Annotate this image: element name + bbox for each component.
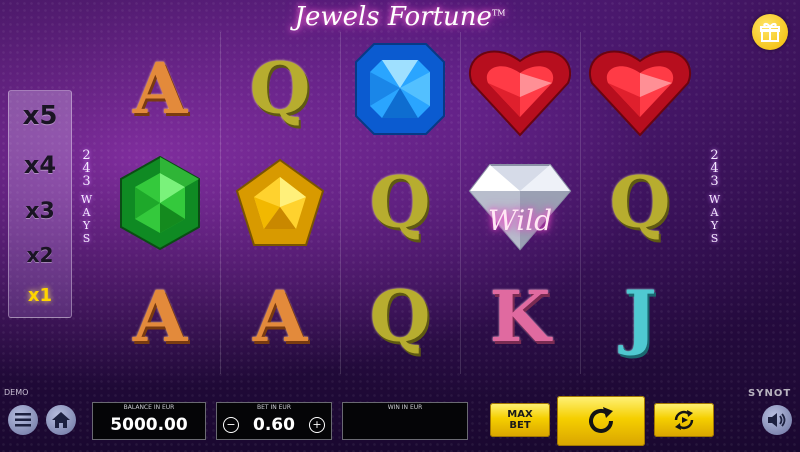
gift-button[interactable] [752, 14, 788, 50]
sound-button[interactable] [762, 405, 792, 435]
game-stage: Jewels FortuneTM x5 x4 x3 x2 x1 243 WAYS… [0, 0, 800, 452]
trademark: TM [491, 8, 506, 18]
max-bet-line2: BET [509, 420, 531, 431]
autoplay-button[interactable] [654, 403, 714, 437]
ways-text: WAYS [708, 193, 721, 245]
symbol-a-letter: A [132, 47, 188, 130]
bet-increase-button[interactable]: + [309, 417, 325, 433]
max-bet-button[interactable]: MAX BET [490, 403, 550, 437]
wild-label: Wild [487, 204, 553, 237]
symbol-ruby-heart [460, 32, 580, 146]
ruby-heart-gem-icon [469, 50, 571, 137]
home-button[interactable] [46, 405, 76, 435]
symbol-j: J [580, 260, 700, 374]
emerald-gem-icon [120, 155, 200, 251]
symbol-a-letter: A [132, 275, 188, 358]
balance-value: 5000.00 [110, 415, 188, 435]
symbol-q-letter: Q [609, 161, 671, 244]
menu-button[interactable] [8, 405, 38, 435]
multiplier-x3: x3 [25, 199, 55, 224]
symbol-q: Q [220, 32, 340, 146]
spin-icon [589, 407, 613, 433]
spin-button[interactable] [557, 396, 645, 446]
symbol-q: Q [340, 146, 460, 260]
win-display: WIN IN EUR [342, 402, 468, 440]
ways-number: 243 [707, 148, 722, 187]
balance-display: BALANCE IN EUR 5000.00 [92, 402, 206, 440]
multiplier-x5: x5 [22, 101, 58, 131]
diamond-wild-icon [468, 164, 572, 251]
symbol-sapphire [340, 32, 460, 146]
max-bet-text: MAX BET [507, 409, 532, 431]
bet-label: BET IN EUR [257, 404, 291, 411]
ways-text: WAYS [80, 193, 93, 245]
max-bet-line1: MAX [507, 409, 533, 420]
symbol-ruby-heart [580, 32, 700, 146]
symbol-q-letter: Q [249, 47, 311, 130]
brand-logo: SYNOT [748, 388, 792, 399]
symbol-topaz [220, 146, 340, 260]
bet-display: BET IN EUR − 0.60 + [216, 402, 332, 440]
speaker-icon [768, 413, 786, 427]
sapphire-gem-icon [355, 43, 445, 135]
balance-label: BALANCE IN EUR [123, 404, 175, 411]
topaz-gem-icon [235, 158, 325, 246]
symbol-emerald [100, 146, 220, 260]
ways-label-left: 243 WAYS [78, 148, 98, 245]
win-label: WIN IN EUR [387, 404, 423, 411]
symbol-a: A [100, 32, 220, 146]
multiplier-ladder: x5 x4 x3 x2 x1 [8, 90, 72, 318]
symbol-q: Q [340, 260, 460, 374]
symbol-a-letter: A [252, 275, 308, 358]
home-icon [52, 412, 70, 428]
symbol-q: Q [580, 146, 700, 260]
game-title-text: Jewels Fortune [294, 2, 492, 32]
symbol-k-letter: K [489, 275, 551, 358]
symbol-q-letter: Q [369, 161, 431, 244]
ruby-heart-gem-icon [589, 50, 691, 137]
symbol-a: A [100, 260, 220, 374]
symbol-diamond-wild: Wild [460, 146, 580, 260]
symbol-j-letter: J [623, 275, 657, 358]
symbol-k: K [460, 260, 580, 374]
symbol-a: A [220, 260, 340, 374]
ways-label-right: 243 WAYS [706, 148, 726, 245]
multiplier-x1-active: x1 [27, 285, 53, 306]
game-title: Jewels FortuneTM [0, 2, 800, 32]
demo-label: DEMO [4, 388, 29, 397]
ways-number: 243 [79, 148, 94, 187]
multiplier-x2: x2 [26, 243, 54, 267]
menu-icon [15, 413, 31, 427]
multiplier-x4: x4 [23, 151, 57, 179]
autoplay-icon [674, 410, 694, 430]
symbol-q-letter: Q [369, 275, 431, 358]
gift-icon [760, 22, 780, 42]
